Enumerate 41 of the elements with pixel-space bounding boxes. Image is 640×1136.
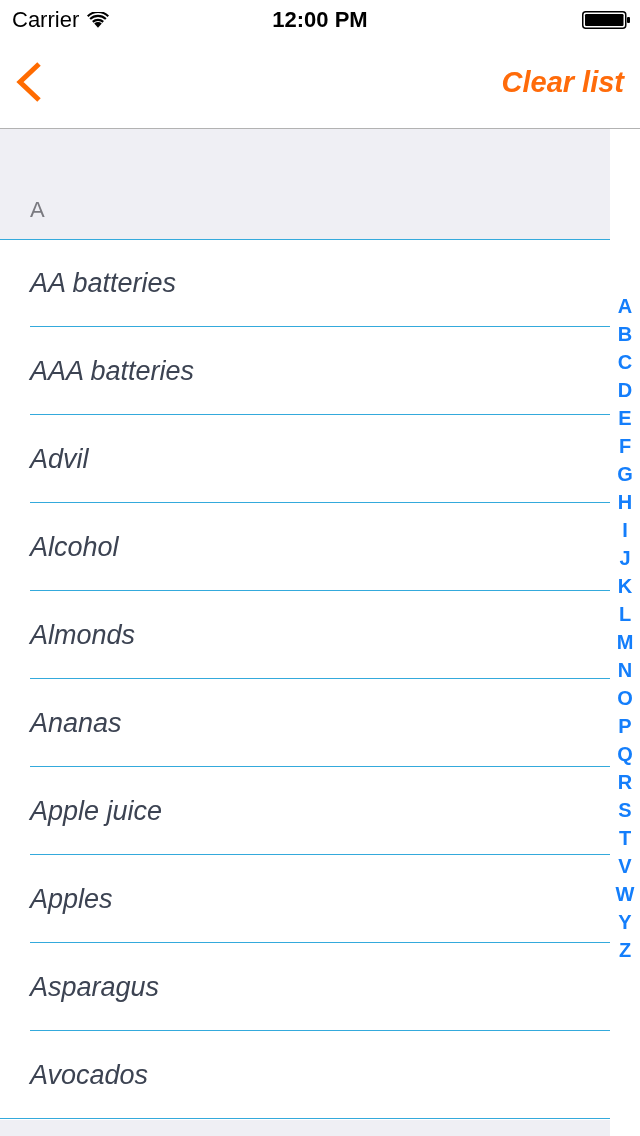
section-index-letter[interactable]: G bbox=[617, 459, 633, 488]
list-item[interactable]: Apple juice bbox=[30, 766, 610, 855]
wifi-icon bbox=[87, 12, 110, 28]
section-index-letter[interactable]: S bbox=[618, 795, 632, 824]
section-index-letter[interactable]: C bbox=[617, 347, 633, 376]
battery-icon bbox=[582, 11, 630, 29]
section-index-letter[interactable]: T bbox=[618, 823, 632, 852]
section-index-letter[interactable]: L bbox=[618, 599, 632, 628]
list-item[interactable]: Almonds bbox=[30, 590, 610, 679]
section-index-letter[interactable]: D bbox=[617, 375, 633, 404]
section-index-letter[interactable]: F bbox=[618, 431, 632, 460]
list-item[interactable]: Avocados bbox=[0, 1030, 610, 1119]
section-index-letter[interactable]: M bbox=[616, 627, 634, 656]
list-item[interactable]: Advil bbox=[30, 414, 610, 503]
section-index-letter[interactable]: O bbox=[617, 683, 633, 712]
section-index-letter[interactable]: V bbox=[618, 851, 632, 880]
list-item[interactable]: Alcohol bbox=[30, 502, 610, 591]
section-index-letter[interactable]: R bbox=[617, 767, 633, 796]
section-index-letter[interactable]: N bbox=[617, 655, 633, 684]
section-index-letter[interactable]: J bbox=[619, 543, 631, 572]
section-index-letter[interactable]: Z bbox=[618, 935, 632, 964]
section-index-letter[interactable]: K bbox=[617, 571, 633, 600]
carrier-name: Carrier bbox=[12, 7, 80, 33]
section-index-letter[interactable]: P bbox=[618, 711, 632, 740]
list-item[interactable]: Apples bbox=[30, 854, 610, 943]
section-index-letter[interactable]: I bbox=[622, 515, 628, 544]
clear-list-button[interactable]: Clear list bbox=[501, 65, 624, 99]
section-index-letter[interactable]: H bbox=[617, 487, 633, 516]
section-index-letter[interactable]: B bbox=[617, 319, 633, 348]
section-index-letter[interactable]: Y bbox=[618, 907, 632, 936]
status-time: 12:00 PM bbox=[272, 7, 368, 33]
section-title: A bbox=[30, 197, 45, 223]
list-item[interactable]: AAA batteries bbox=[30, 326, 610, 415]
section-index-letter[interactable]: E bbox=[618, 403, 632, 432]
section-index-letter[interactable]: A bbox=[617, 291, 633, 320]
section-index-letter[interactable]: Q bbox=[617, 739, 633, 768]
back-chevron-icon bbox=[16, 62, 42, 102]
list-item[interactable]: Ananas bbox=[30, 678, 610, 767]
list-item[interactable]: Asparagus bbox=[30, 942, 610, 1031]
list-item[interactable]: AA batteries bbox=[30, 238, 610, 327]
section-index-letter[interactable]: W bbox=[615, 879, 635, 908]
